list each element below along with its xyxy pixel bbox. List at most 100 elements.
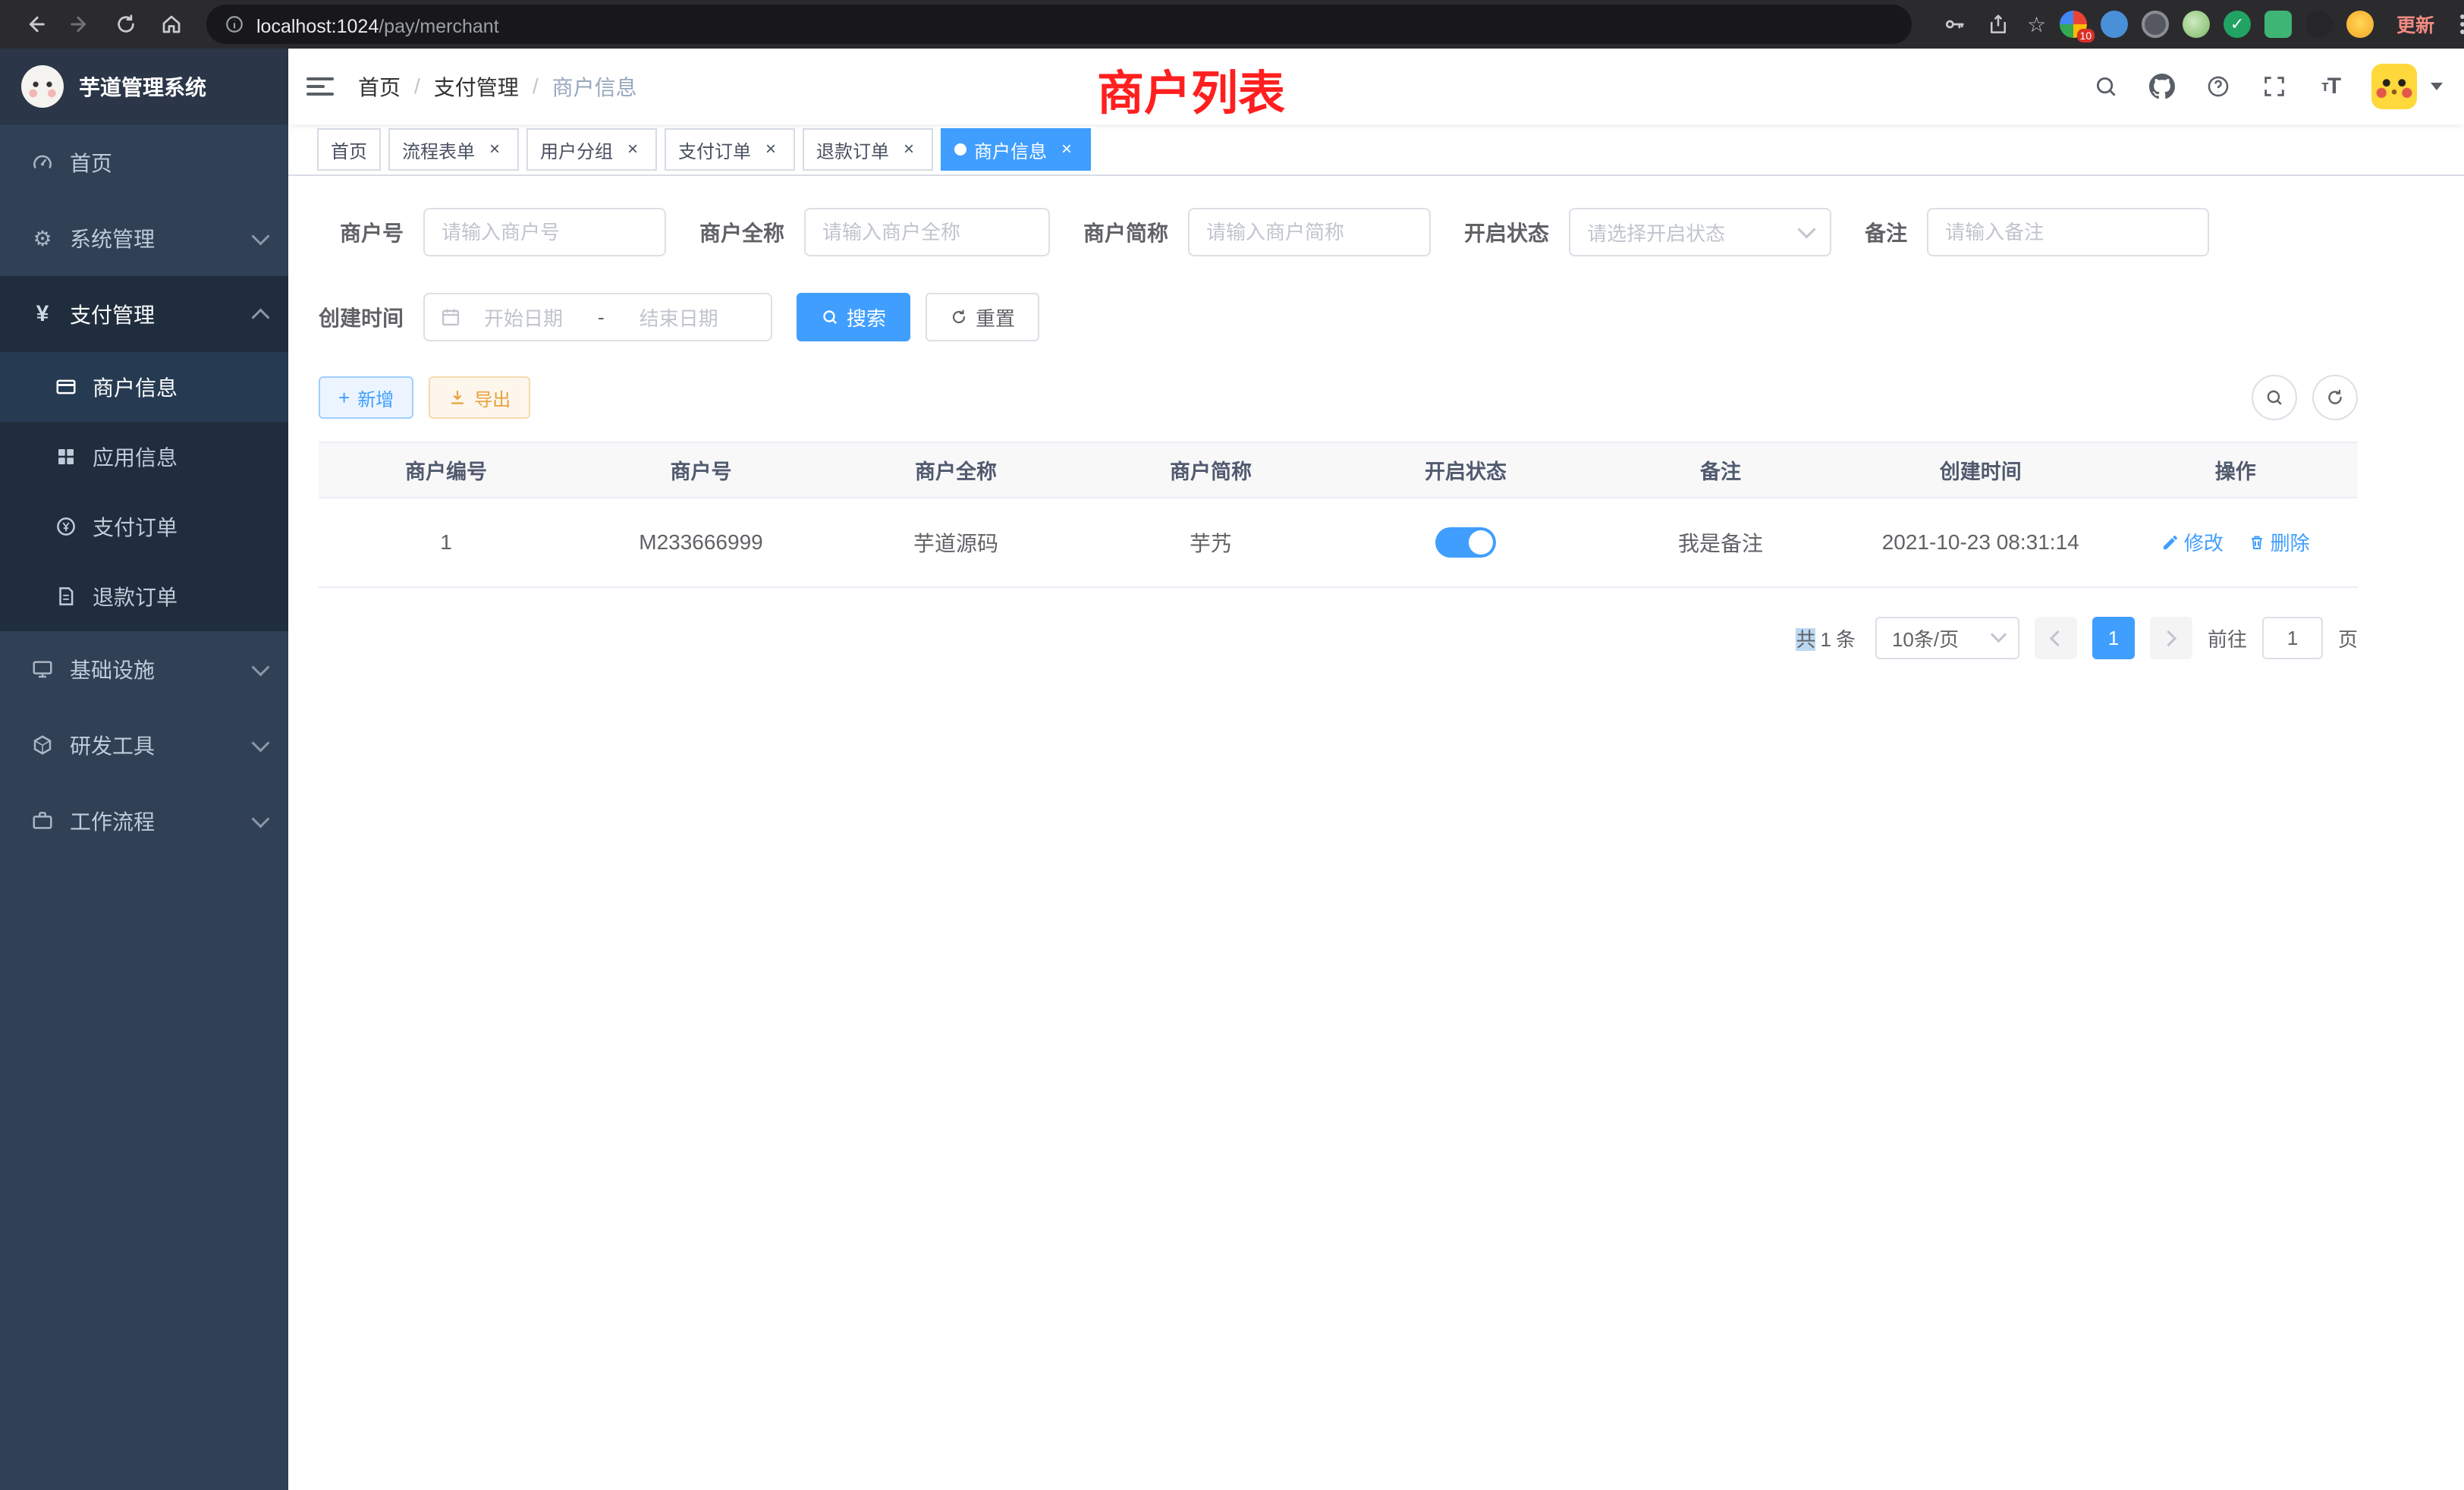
sidebar-item-dev-tools[interactable]: 研发工具 xyxy=(0,707,288,783)
document-icon xyxy=(55,585,77,608)
refresh-table-button[interactable] xyxy=(2312,375,2358,420)
yen-icon: ¥ xyxy=(30,302,55,326)
sidebar-item-refund-order[interactable]: 退款订单 xyxy=(0,561,288,631)
search-icon[interactable] xyxy=(2091,71,2121,102)
share-icon[interactable] xyxy=(1983,9,2013,39)
extension-icon-drop[interactable] xyxy=(2101,11,2128,38)
sidebar-item-home[interactable]: 首页 xyxy=(0,124,288,200)
info-icon xyxy=(225,14,244,34)
full-name-input[interactable] xyxy=(804,208,1050,256)
create-time-range-picker[interactable]: 开始日期 - 结束日期 xyxy=(423,293,772,341)
tab-refund-order[interactable]: 退款订单 xyxy=(803,128,933,171)
close-icon[interactable] xyxy=(760,139,781,160)
tab-process-form[interactable]: 流程表单 xyxy=(388,128,519,171)
remark-input[interactable] xyxy=(1927,208,2209,256)
sidebar-item-workflow[interactable]: 工作流程 xyxy=(0,783,288,859)
reload-icon[interactable] xyxy=(106,5,146,44)
grid-icon xyxy=(55,445,77,468)
fullscreen-icon[interactable] xyxy=(2259,71,2290,102)
reset-button[interactable]: 重置 xyxy=(926,293,1039,341)
export-button[interactable]: 导出 xyxy=(429,376,530,419)
bookmark-star-icon[interactable]: ☆ xyxy=(2027,12,2046,37)
chevron-up-icon xyxy=(251,308,269,326)
cell-create-time: 2021-10-23 08:31:14 xyxy=(1848,498,2113,587)
tab-user-group[interactable]: 用户分组 xyxy=(526,128,657,171)
sidebar-item-merchant-info[interactable]: 商户信息 xyxy=(0,352,288,422)
chevron-down-icon xyxy=(251,658,269,676)
extension-icon-avatar[interactable] xyxy=(2183,11,2210,38)
gear-icon: ⚙ xyxy=(30,226,55,250)
close-icon[interactable] xyxy=(898,139,919,160)
end-date-placeholder: 结束日期 xyxy=(629,303,729,332)
browser-menu-icon[interactable] xyxy=(2460,14,2464,34)
sidebar-item-app-info[interactable]: 应用信息 xyxy=(0,422,288,492)
forward-icon[interactable] xyxy=(61,5,100,44)
caret-down-icon[interactable] xyxy=(2431,83,2443,90)
status-select[interactable]: 请选择开启状态 xyxy=(1569,208,1831,256)
sidebar-item-system[interactable]: ⚙ 系统管理 xyxy=(0,200,288,276)
breadcrumb-pay[interactable]: 支付管理 xyxy=(434,71,519,102)
page-number-button[interactable]: 1 xyxy=(2092,617,2135,659)
page-size-select[interactable]: 10条/页 xyxy=(1875,617,2019,659)
refresh-icon xyxy=(2325,388,2345,407)
sidebar-item-label: 基础设施 xyxy=(70,654,239,684)
help-icon[interactable] xyxy=(2203,71,2233,102)
refresh-icon xyxy=(950,308,968,326)
chevron-down-icon xyxy=(251,227,269,245)
breadcrumb-separator xyxy=(414,74,420,99)
card-icon xyxy=(55,376,77,398)
delete-link[interactable]: 删除 xyxy=(2248,528,2310,556)
page-unit-label: 页 xyxy=(2338,624,2358,652)
extension-icon-colorful[interactable]: 10 xyxy=(2060,11,2087,38)
font-size-icon[interactable]: тT xyxy=(2315,71,2346,102)
chevron-right-icon xyxy=(2161,630,2176,646)
next-page-button[interactable] xyxy=(2150,617,2192,659)
cell-merchant-no: M233666999 xyxy=(574,498,828,587)
extension-icon-note[interactable] xyxy=(2264,11,2292,38)
url-bar[interactable]: localhost:1024/pay/merchant xyxy=(206,5,1912,44)
back-icon[interactable] xyxy=(15,5,55,44)
github-icon[interactable] xyxy=(2147,71,2177,102)
tab-merchant-info[interactable]: 商户信息 xyxy=(941,128,1091,171)
column-header: 商户简称 xyxy=(1083,442,1338,498)
edit-link[interactable]: 修改 xyxy=(2161,528,2224,556)
extension-icon-check[interactable]: ✓ xyxy=(2224,11,2251,38)
prev-page-button[interactable] xyxy=(2035,617,2077,659)
merchant-no-input[interactable] xyxy=(423,208,666,256)
search-button[interactable]: 搜索 xyxy=(797,293,910,341)
edit-icon xyxy=(2161,533,2180,552)
sidebar-item-pay-order[interactable]: 支付订单 xyxy=(0,492,288,561)
password-key-icon[interactable] xyxy=(1939,9,1969,39)
chevron-down-icon xyxy=(1798,220,1816,238)
breadcrumb-home[interactable]: 首页 xyxy=(358,71,401,102)
avatar[interactable] xyxy=(2371,64,2417,109)
extension-icon-knot[interactable] xyxy=(2305,11,2333,38)
close-icon[interactable] xyxy=(1056,139,1077,160)
create-time-label: 创建时间 xyxy=(319,302,404,332)
sidebar-item-infrastructure[interactable]: 基础设施 xyxy=(0,631,288,707)
extension-icon-gray[interactable] xyxy=(2142,11,2169,38)
sidebar-item-pay[interactable]: ¥ 支付管理 xyxy=(0,276,288,352)
cell-full-name: 芋道源码 xyxy=(828,498,1083,587)
sidebar-item-label: 退款订单 xyxy=(93,581,178,611)
add-button[interactable]: + 新增 xyxy=(319,376,413,419)
goto-page-input[interactable] xyxy=(2262,617,2323,659)
extension-icon-smiley[interactable] xyxy=(2346,11,2374,38)
short-name-input[interactable] xyxy=(1188,208,1431,256)
close-icon[interactable] xyxy=(484,139,505,160)
tab-pay-order[interactable]: 支付订单 xyxy=(665,128,795,171)
close-icon[interactable] xyxy=(622,139,643,160)
tab-home[interactable]: 首页 xyxy=(317,128,381,171)
table-row: 1 M233666999 芋道源码 芋艿 我是备注 2021-10-23 08:… xyxy=(319,498,2358,587)
home-icon[interactable] xyxy=(152,5,191,44)
cube-icon xyxy=(30,733,55,757)
status-toggle[interactable] xyxy=(1435,527,1496,558)
top-navbar: 首页 支付管理 商户信息 тT xyxy=(288,49,2464,124)
sidebar-item-label: 支付管理 xyxy=(70,299,239,329)
browser-update-button[interactable]: 更新 xyxy=(2396,11,2434,38)
app-logo[interactable]: 芋道管理系统 xyxy=(0,49,288,124)
show-search-toggle-button[interactable] xyxy=(2252,375,2297,420)
trash-icon xyxy=(2248,533,2266,552)
breadcrumb-separator xyxy=(533,74,539,99)
sidebar-collapse-icon[interactable] xyxy=(306,71,337,102)
